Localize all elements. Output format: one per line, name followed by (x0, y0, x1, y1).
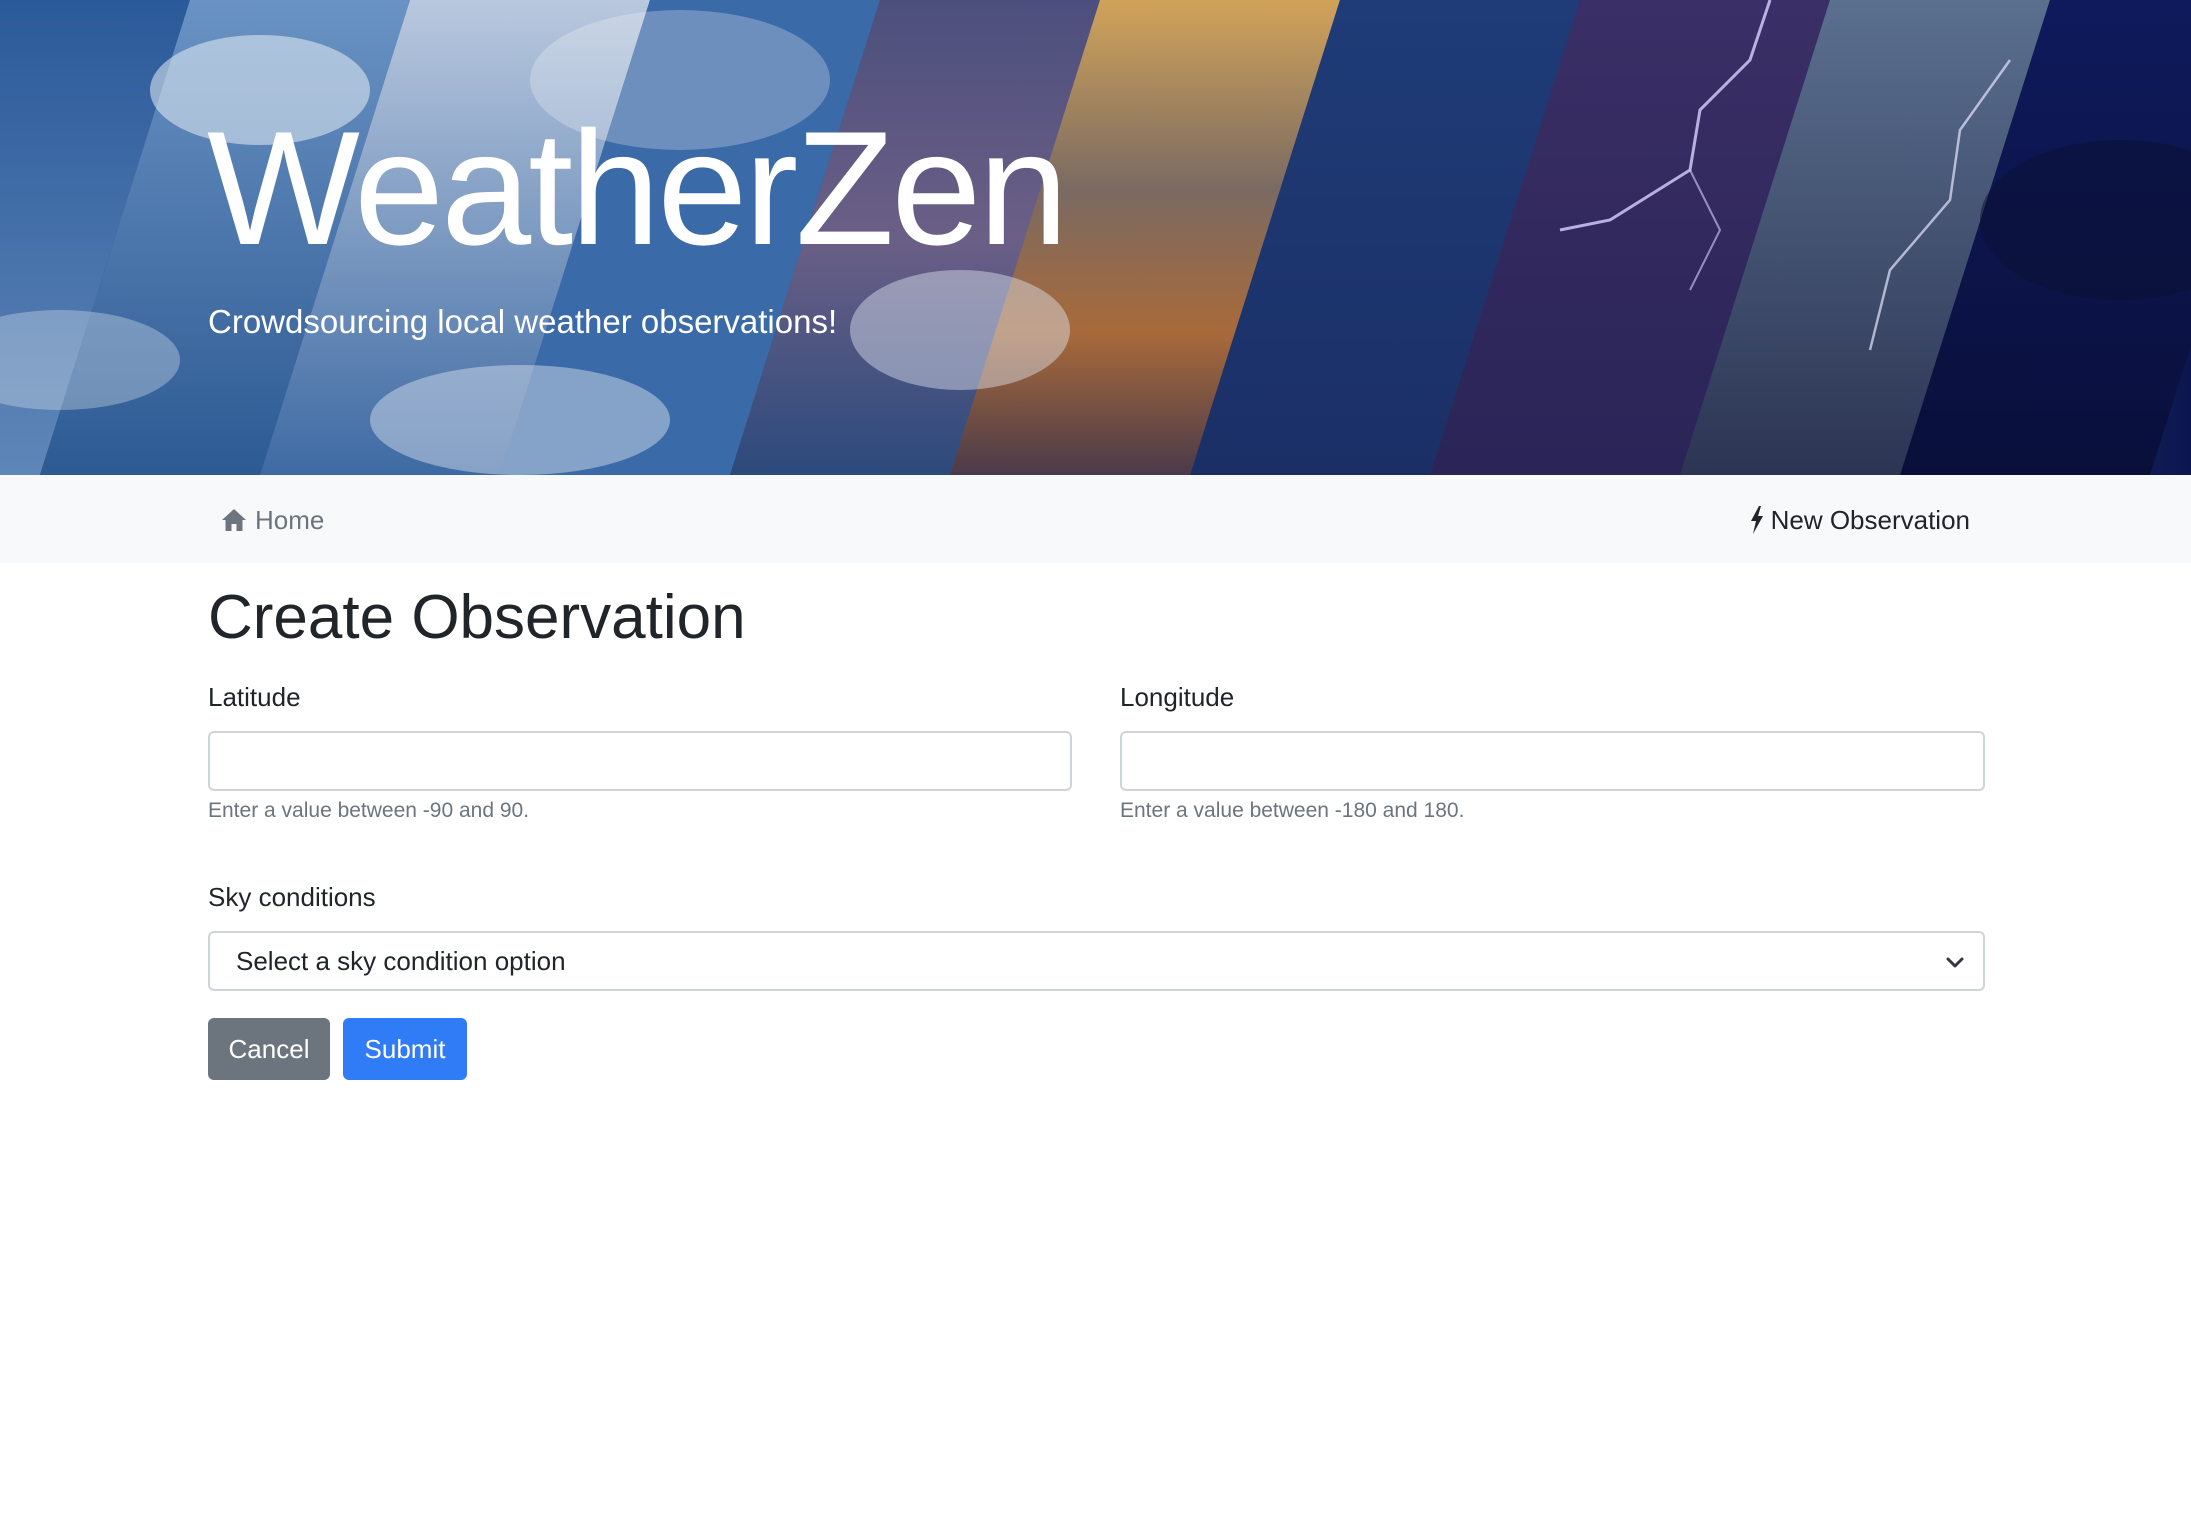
home-icon (222, 509, 246, 531)
nav-new-observation-label: New Observation (1770, 504, 1970, 535)
cancel-button[interactable]: Cancel (208, 1018, 330, 1080)
longitude-label: Longitude (1120, 682, 1235, 712)
sky-conditions-label: Sky conditions (208, 882, 376, 912)
lightning-icon (1750, 506, 1763, 534)
chevron-down-icon (1946, 957, 1964, 968)
navbar: Home New Observation (0, 475, 2191, 563)
longitude-input[interactable] (1120, 731, 1985, 791)
site-tagline: Crowdsourcing local weather observations… (208, 303, 838, 340)
sky-conditions-selected-value: Select a sky condition option (236, 945, 566, 976)
latitude-help-text: Enter a value between -90 and 90. (208, 799, 530, 822)
sky-conditions-select[interactable]: Select a sky condition option (208, 931, 1985, 991)
submit-button[interactable]: Submit (343, 1018, 467, 1080)
nav-new-observation-link[interactable]: New Observation (1749, 502, 1970, 538)
page-title: Create Observation (208, 583, 746, 652)
latitude-input[interactable] (208, 731, 1072, 791)
site-title: WeatherZen (207, 98, 1068, 279)
nav-home-link[interactable]: Home (221, 502, 324, 538)
latitude-label: Latitude (208, 682, 301, 712)
longitude-help-text: Enter a value between -180 and 180. (1120, 799, 1465, 822)
nav-home-label: Home (255, 504, 325, 535)
hero-banner: WeatherZen Crowdsourcing local weather o… (0, 0, 2191, 475)
